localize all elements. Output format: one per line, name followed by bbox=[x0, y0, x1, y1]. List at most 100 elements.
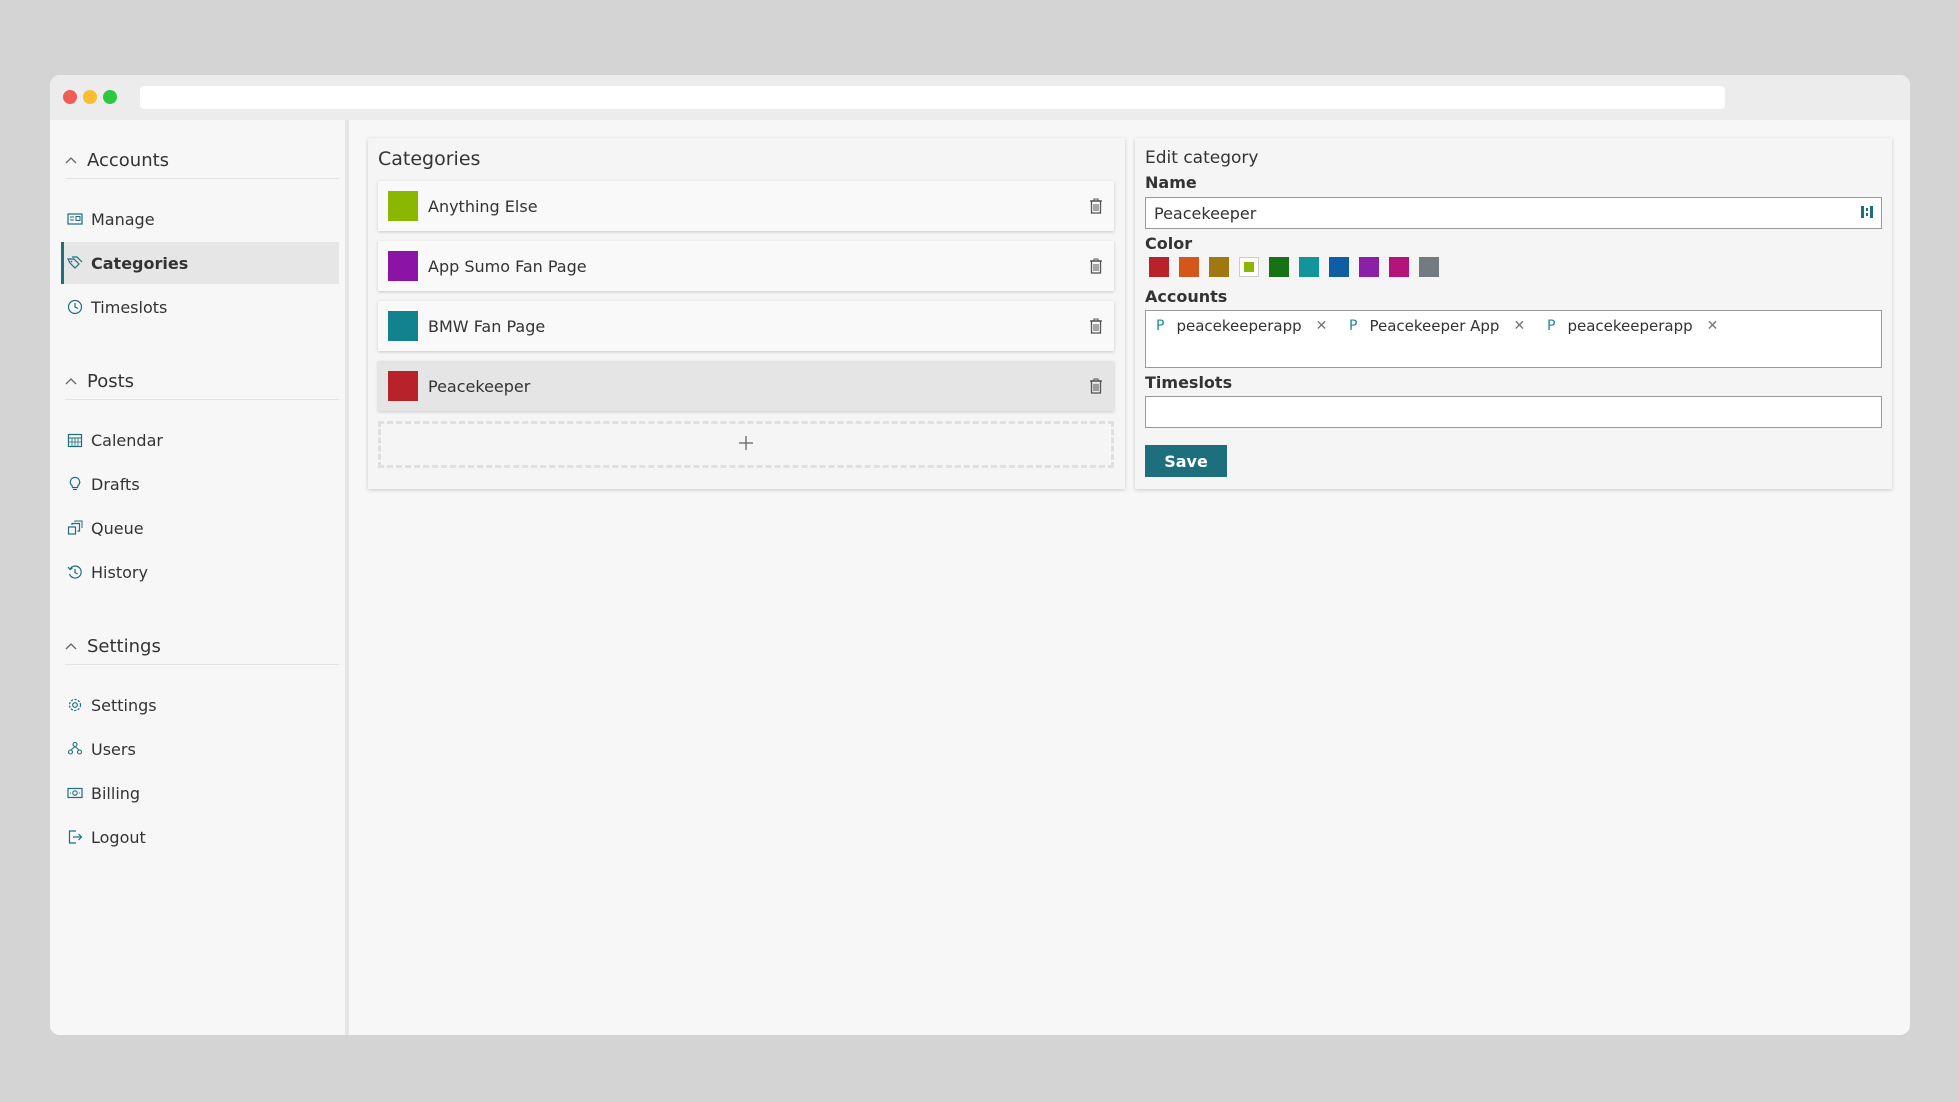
sidebar-item-label: Timeslots bbox=[91, 297, 168, 317]
color-picker bbox=[1149, 257, 1449, 277]
color-swatch-selected[interactable] bbox=[1239, 257, 1259, 277]
users-icon bbox=[67, 741, 83, 757]
color-swatch[interactable] bbox=[1209, 257, 1229, 277]
color-label: Color bbox=[1145, 234, 1193, 253]
sidebar-item-users[interactable]: Users bbox=[61, 728, 339, 770]
sidebar-item-timeslots[interactable]: Timeslots bbox=[61, 286, 339, 328]
sidebar-item-label: Queue bbox=[91, 518, 144, 538]
color-swatch[interactable] bbox=[1299, 257, 1319, 277]
queue-icon bbox=[67, 520, 83, 536]
title-bar bbox=[50, 75, 1910, 120]
logout-icon bbox=[67, 829, 83, 845]
close-window-button[interactable] bbox=[63, 90, 77, 104]
manage-icon bbox=[67, 211, 83, 227]
sidebar-item-label: Users bbox=[91, 739, 136, 759]
trash-icon[interactable] bbox=[1088, 317, 1104, 335]
remove-chip-icon[interactable]: ✕ bbox=[1513, 318, 1525, 334]
save-button[interactable]: Save bbox=[1145, 445, 1227, 477]
sidebar-item-settings[interactable]: Settings bbox=[61, 684, 339, 726]
account-chip: P Peacekeeper App ✕ bbox=[1349, 315, 1525, 337]
name-input[interactable] bbox=[1145, 197, 1882, 229]
sidebar-item-queue[interactable]: Queue bbox=[61, 507, 339, 549]
trash-icon[interactable] bbox=[1088, 377, 1104, 395]
sidebar-item-label: Billing bbox=[91, 783, 141, 803]
sidebar-item-label: Calendar bbox=[91, 430, 163, 450]
maximize-window-button[interactable] bbox=[103, 90, 117, 104]
category-color-swatch bbox=[388, 311, 418, 341]
panel-title: Edit category bbox=[1145, 148, 1259, 168]
account-name: Peacekeeper App bbox=[1369, 317, 1500, 335]
address-bar[interactable] bbox=[140, 86, 1725, 109]
trash-icon[interactable] bbox=[1088, 197, 1104, 215]
account-prefix: P bbox=[1547, 318, 1556, 334]
account-name: peacekeeperapp bbox=[1176, 317, 1302, 335]
remove-chip-icon[interactable]: ✕ bbox=[1316, 318, 1328, 334]
chevron-up-icon bbox=[65, 155, 77, 167]
account-prefix: P bbox=[1349, 318, 1358, 334]
chevron-up-icon bbox=[65, 641, 77, 653]
history-icon bbox=[67, 564, 83, 580]
color-swatch[interactable] bbox=[1179, 257, 1199, 277]
name-label: Name bbox=[1145, 173, 1197, 192]
sidebar-item-label: Manage bbox=[91, 209, 155, 229]
category-name: Anything Else bbox=[428, 196, 538, 216]
category-row[interactable]: App Sumo Fan Page bbox=[378, 241, 1114, 291]
edit-category-panel: Edit category Name Color Accounts P peac… bbox=[1135, 138, 1892, 489]
add-category-button[interactable] bbox=[378, 421, 1114, 468]
category-row-selected[interactable]: Peacekeeper bbox=[378, 361, 1114, 411]
gear-icon bbox=[67, 697, 83, 713]
section-accounts[interactable]: Accounts bbox=[65, 143, 339, 179]
account-chip: P peacekeeperapp ✕ bbox=[1547, 315, 1718, 337]
sidebar-item-categories[interactable]: Categories bbox=[61, 242, 339, 284]
section-title: Accounts bbox=[87, 150, 170, 171]
lightbulb-icon bbox=[67, 476, 83, 492]
sidebar-item-history[interactable]: History bbox=[61, 551, 339, 593]
sidebar-item-label: History bbox=[91, 562, 148, 582]
sidebar-item-label: Settings bbox=[91, 695, 157, 715]
sidebar-item-drafts[interactable]: Drafts bbox=[61, 463, 339, 505]
category-row[interactable]: Anything Else bbox=[378, 181, 1114, 231]
password-manager-icon[interactable] bbox=[1860, 204, 1874, 220]
sidebar-item-manage[interactable]: Manage bbox=[61, 198, 339, 240]
chevron-up-icon bbox=[65, 376, 77, 388]
sidebar-item-billing[interactable]: Billing bbox=[61, 772, 339, 814]
color-swatch[interactable] bbox=[1419, 257, 1439, 277]
sidebar-item-label: Drafts bbox=[91, 474, 140, 494]
sidebar-item-logout[interactable]: Logout bbox=[61, 816, 339, 858]
category-name: Peacekeeper bbox=[428, 376, 531, 396]
section-posts[interactable]: Posts bbox=[65, 364, 339, 400]
color-swatch[interactable] bbox=[1389, 257, 1409, 277]
color-swatch[interactable] bbox=[1149, 257, 1169, 277]
money-icon bbox=[67, 785, 83, 801]
clock-icon bbox=[67, 299, 83, 315]
trash-icon[interactable] bbox=[1088, 257, 1104, 275]
timeslots-select[interactable] bbox=[1145, 396, 1882, 428]
category-name: App Sumo Fan Page bbox=[428, 256, 587, 276]
section-title: Settings bbox=[87, 636, 161, 657]
accounts-select[interactable]: P peacekeeperapp ✕ P Peacekeeper App ✕ P… bbox=[1145, 310, 1882, 368]
sidebar-item-label: Categories bbox=[91, 253, 189, 273]
account-prefix: P bbox=[1156, 318, 1165, 334]
section-title: Posts bbox=[87, 371, 135, 392]
sidebar-item-calendar[interactable]: Calendar bbox=[61, 419, 339, 461]
category-color-swatch bbox=[388, 191, 418, 221]
browser-window: Accounts Manage Categories Timeslots Pos… bbox=[50, 75, 1910, 1035]
plus-icon bbox=[738, 435, 754, 455]
category-color-swatch bbox=[388, 371, 418, 401]
timeslots-label: Timeslots bbox=[1145, 373, 1233, 392]
categories-panel: Categories Anything Else App Sumo Fan Pa… bbox=[368, 138, 1125, 489]
tags-icon bbox=[67, 255, 83, 271]
color-swatch[interactable] bbox=[1329, 257, 1349, 277]
account-name: peacekeeperapp bbox=[1567, 317, 1693, 335]
category-color-swatch bbox=[388, 251, 418, 281]
sidebar: Accounts Manage Categories Timeslots Pos… bbox=[50, 120, 349, 1035]
color-swatch[interactable] bbox=[1359, 257, 1379, 277]
panel-title: Categories bbox=[378, 148, 481, 170]
category-row[interactable]: BMW Fan Page bbox=[378, 301, 1114, 351]
section-settings[interactable]: Settings bbox=[65, 629, 339, 665]
minimize-window-button[interactable] bbox=[83, 90, 97, 104]
color-swatch[interactable] bbox=[1269, 257, 1289, 277]
category-name: BMW Fan Page bbox=[428, 316, 546, 336]
remove-chip-icon[interactable]: ✕ bbox=[1707, 318, 1719, 334]
calendar-icon bbox=[67, 432, 83, 448]
